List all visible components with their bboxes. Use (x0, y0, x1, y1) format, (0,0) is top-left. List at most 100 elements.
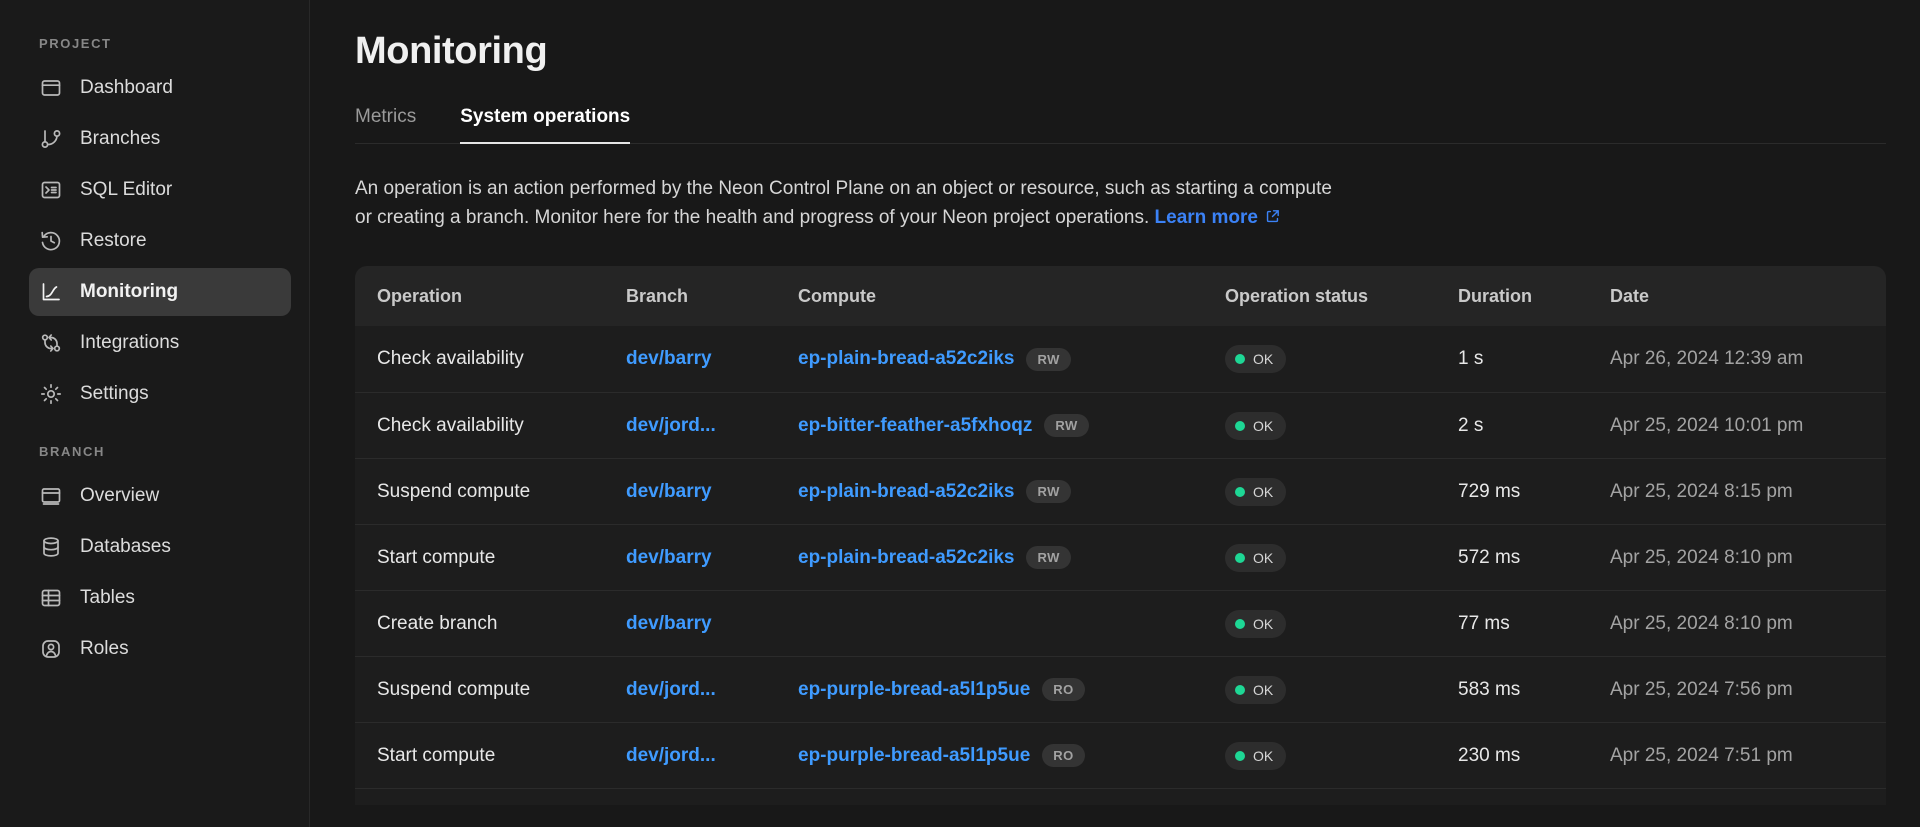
compute-link[interactable]: ep-bitter-feather-a5fxhoqz (798, 415, 1032, 437)
sidebar-item-label: Dashboard (80, 77, 173, 99)
status-badge: OK (1225, 610, 1286, 638)
date-cell: Apr 25, 2024 8:15 pm (1610, 481, 1886, 503)
dashboard-icon (39, 76, 63, 100)
duration-cell: 230 ms (1458, 745, 1610, 767)
status-badge: OK (1225, 742, 1286, 770)
table-body: Check availabilitydev/barryep-plain-brea… (355, 326, 1886, 805)
compute-type-badge: RW (1026, 480, 1070, 503)
status-ok-dot (1235, 487, 1245, 497)
branch-link[interactable]: dev/jord... (626, 415, 716, 437)
operation-cell: Check availability (377, 415, 626, 437)
sidebar-item-label: Integrations (80, 332, 179, 354)
compute-link[interactable]: ep-plain-bread-a52c2iks (798, 481, 1014, 503)
column-header-operation: Operation (377, 286, 626, 307)
sidebar-item-databases[interactable]: Databases (29, 523, 291, 571)
description-line-2: or creating a branch. Monitor here for t… (355, 207, 1149, 228)
compute-link[interactable]: ep-purple-bread-a5l1p5ue (798, 679, 1030, 701)
settings-icon (39, 382, 63, 406)
sidebar-item-sql-editor[interactable]: SQL Editor (29, 166, 291, 214)
compute-link[interactable]: ep-purple-bread-a5l1p5ue (798, 745, 1030, 767)
tab-bar: Metrics System operations (355, 98, 1886, 144)
sidebar-item-restore[interactable]: Restore (29, 217, 291, 265)
databases-icon (39, 535, 63, 559)
compute-type-badge: RO (1042, 744, 1085, 767)
sidebar-item-settings[interactable]: Settings (29, 370, 291, 418)
branch-link[interactable]: dev/barry (626, 613, 712, 635)
table-row: Suspend computedev/barry ep-plain-bread-a… (355, 458, 1886, 524)
sidebar-item-label: Monitoring (80, 281, 178, 303)
learn-more-link[interactable]: Learn more (1155, 207, 1281, 228)
status-badge: OK (1225, 345, 1286, 373)
branch-link[interactable]: dev/barry (626, 348, 712, 370)
status-ok-dot (1235, 685, 1245, 695)
table-row: Suspend computedev/jord... ep-purple-brea… (355, 656, 1886, 722)
operation-cell: Create branch (377, 613, 626, 635)
compute-type-badge: RO (1042, 678, 1085, 701)
monitoring-icon (39, 280, 63, 304)
status-ok-dot (1235, 619, 1245, 629)
tab-metrics[interactable]: Metrics (355, 98, 416, 144)
sidebar-item-integrations[interactable]: Integrations (29, 319, 291, 367)
status-badge: OK (1225, 544, 1286, 572)
duration-cell: 2 s (1458, 415, 1610, 437)
operation-cell: Suspend compute (377, 481, 626, 503)
status-ok-dot (1235, 751, 1245, 761)
compute-link[interactable]: ep-plain-bread-a52c2iks (798, 348, 1014, 370)
branch-link[interactable]: dev/jord... (626, 679, 716, 701)
sidebar-item-roles[interactable]: Roles (29, 625, 291, 673)
status-label: OK (1253, 352, 1273, 366)
overview-icon (39, 484, 63, 508)
sidebar-item-label: Tables (80, 587, 135, 609)
compute-type-badge: RW (1044, 414, 1088, 437)
branch-link[interactable]: dev/barry (626, 481, 712, 503)
status-ok-dot (1235, 421, 1245, 431)
duration-cell: 583 ms (1458, 679, 1610, 701)
sidebar-item-monitoring[interactable]: Monitoring (29, 268, 291, 316)
status-label: OK (1253, 749, 1273, 763)
date-cell: Apr 25, 2024 7:51 pm (1610, 745, 1886, 767)
table-row-partial (355, 788, 1886, 805)
column-header-branch: Branch (626, 286, 798, 307)
branch-link[interactable]: dev/barry (626, 547, 712, 569)
compute-type-badge: RW (1026, 348, 1070, 371)
sidebar-item-dashboard[interactable]: Dashboard (29, 64, 291, 112)
table-row: Create branchdev/barry OK 77 msApr 25, 202… (355, 590, 1886, 656)
sidebar-item-branches[interactable]: Branches (29, 115, 291, 163)
date-cell: Apr 26, 2024 12:39 am (1610, 348, 1886, 370)
date-cell: Apr 25, 2024 8:10 pm (1610, 613, 1886, 635)
branches-icon (39, 127, 63, 151)
operations-table: Operation Branch Compute Operation statu… (355, 266, 1886, 805)
main-content: Monitoring Metrics System operations An o… (310, 0, 1920, 827)
date-cell: Apr 25, 2024 7:56 pm (1610, 679, 1886, 701)
status-ok-dot (1235, 553, 1245, 563)
status-badge: OK (1225, 676, 1286, 704)
description: An operation is an action performed by t… (355, 174, 1886, 232)
sidebar-item-tables[interactable]: Tables (29, 574, 291, 622)
sidebar-nav: PROJECT Dashboard Branches SQL Editor Restor… (25, 36, 309, 673)
tables-icon (39, 586, 63, 610)
table-row: Start computedev/jord...ep-purple-bread-… (355, 722, 1886, 788)
section-label-project: PROJECT (25, 36, 309, 61)
sidebar-item-label: SQL Editor (80, 179, 172, 201)
tab-system-operations[interactable]: System operations (460, 98, 630, 144)
table-row: Check availabilitydev/barry ep-plain-brea… (355, 326, 1886, 392)
page-title: Monitoring (355, 28, 1886, 74)
duration-cell: 77 ms (1458, 613, 1610, 635)
date-cell: Apr 25, 2024 8:10 pm (1610, 547, 1886, 569)
description-line-1: An operation is an action performed by t… (355, 178, 1332, 199)
status-label: OK (1253, 617, 1273, 631)
operation-cell: Suspend compute (377, 679, 626, 701)
column-header-compute: Compute (798, 286, 1225, 307)
date-cell: Apr 25, 2024 10:01 pm (1610, 415, 1886, 437)
column-header-duration: Duration (1458, 286, 1610, 307)
status-label: OK (1253, 419, 1273, 433)
sidebar-item-label: Branches (80, 128, 160, 150)
compute-link[interactable]: ep-plain-bread-a52c2iks (798, 547, 1014, 569)
table-header: Operation Branch Compute Operation statu… (355, 266, 1886, 326)
roles-icon (39, 637, 63, 661)
sidebar-item-overview[interactable]: Overview (29, 472, 291, 520)
sidebar-item-label: Settings (80, 383, 149, 405)
operation-cell: Check availability (377, 348, 626, 370)
branch-link[interactable]: dev/jord... (626, 745, 716, 767)
status-label: OK (1253, 485, 1273, 499)
